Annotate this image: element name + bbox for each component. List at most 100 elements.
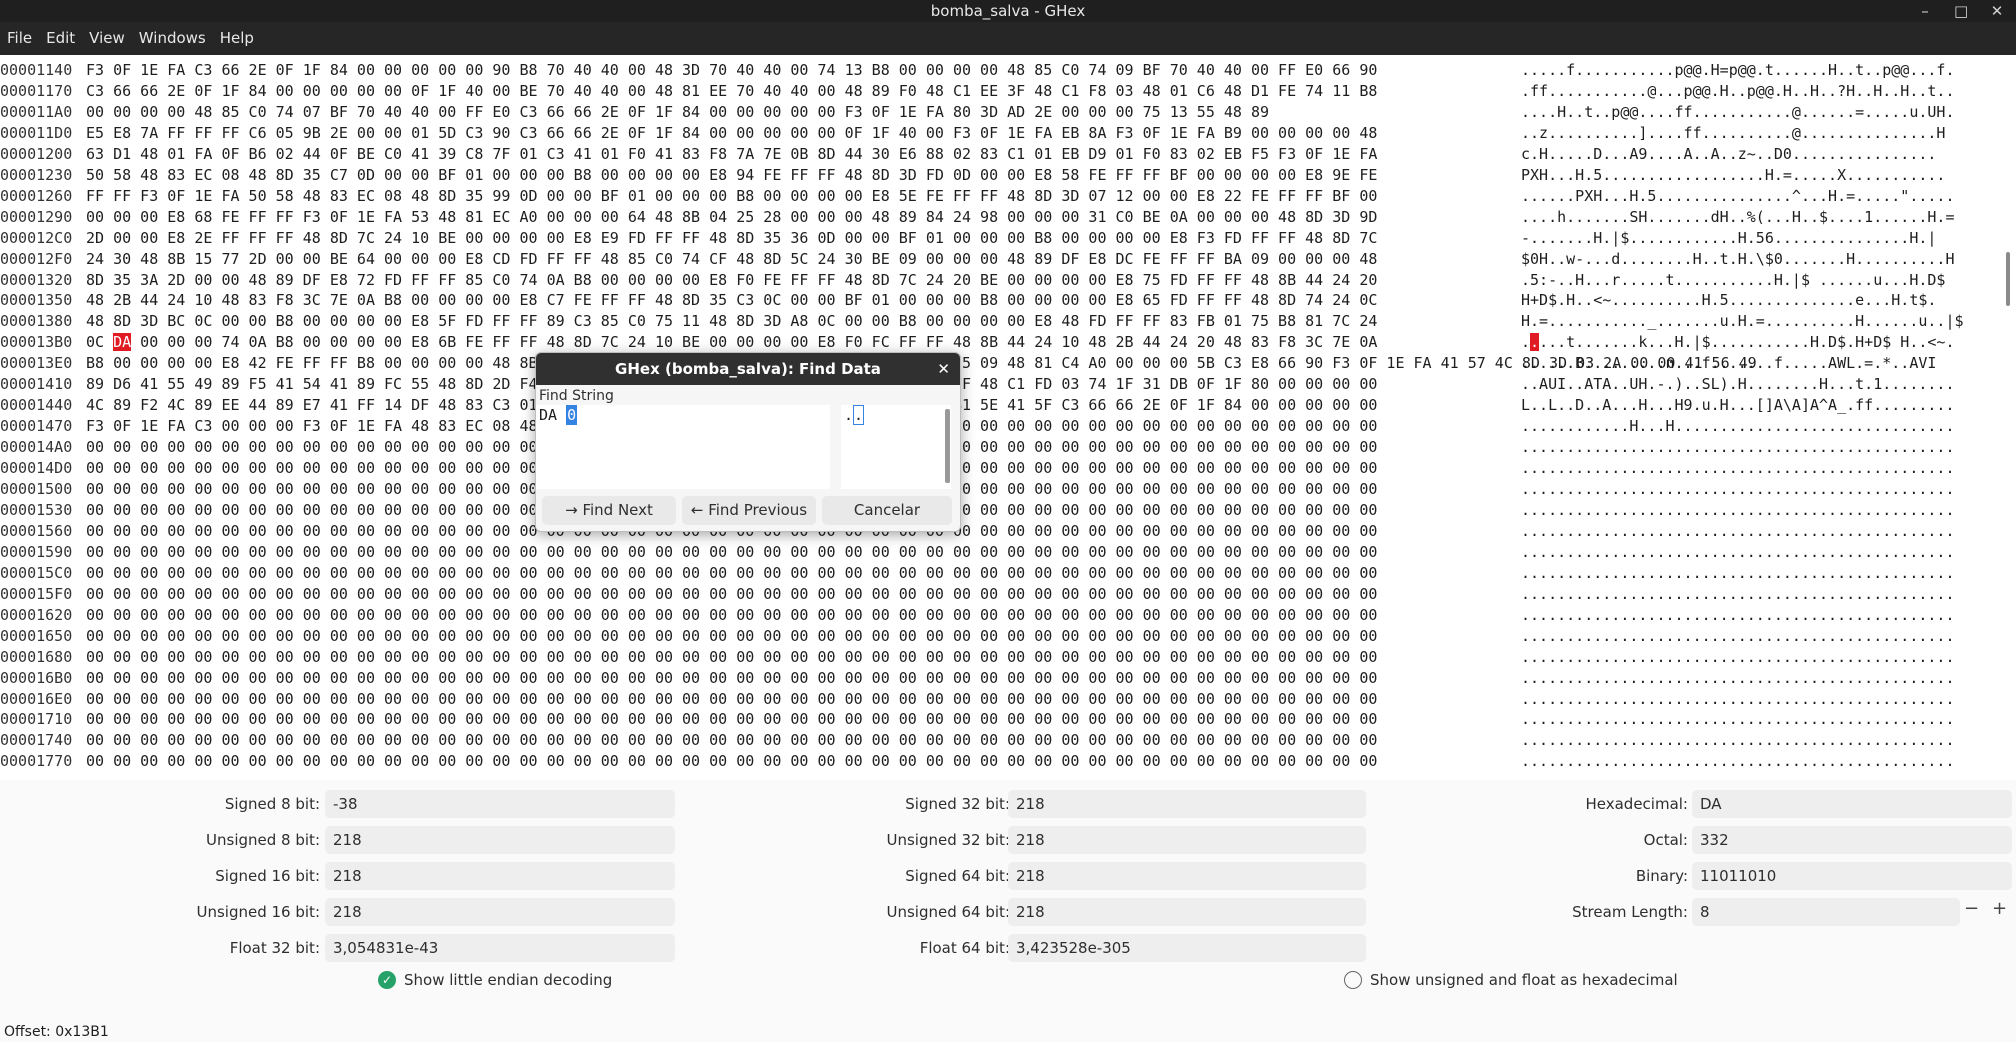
cancel-button[interactable]: Cancelar	[822, 496, 952, 525]
row-hex-bytes[interactable]: 0C DA 00 00 00 74 0A B8 00 00 00 00 E8 6…	[86, 332, 1516, 352]
row-ascii[interactable]: ..AUI..ATA..UH.-.)..SL).H........H...t.1…	[1521, 374, 2001, 394]
row-ascii[interactable]: ........................................…	[1521, 458, 2001, 478]
hexadecimal-field[interactable]: DA	[1692, 790, 2012, 818]
float-32-field[interactable]: 3,054831e-43	[325, 934, 675, 962]
row-ascii[interactable]: ........................................…	[1521, 437, 2001, 457]
selected-byte[interactable]: DA	[113, 333, 132, 352]
row-hex-bytes[interactable]: 8D 35 3A 2D 00 00 48 89 DF E8 72 FD FF F…	[86, 270, 1516, 290]
row-hex-bytes[interactable]: 00 00 00 00 00 00 00 00 00 00 00 00 00 0…	[86, 668, 1516, 688]
row-offset: 000015C0	[0, 563, 73, 582]
row-ascii[interactable]: ........................................…	[1521, 626, 2001, 646]
row-ascii[interactable]: ........................................…	[1521, 521, 2001, 541]
row-ascii[interactable]: c.H.....D...A9....A..A..z~..D0..........…	[1521, 144, 2001, 164]
dialog-scrollbar[interactable]	[945, 409, 950, 483]
row-ascii[interactable]: $0H..w-...d........H..t.H.\$0.......H...…	[1521, 249, 2001, 269]
row-hex-bytes[interactable]: 63 D1 48 01 FA 0F B6 02 44 0F BE C0 41 3…	[86, 144, 1516, 164]
binary-field[interactable]: 11011010	[1692, 862, 2012, 890]
signed-32-field[interactable]: 218	[1008, 790, 1366, 818]
row-ascii[interactable]: ........................................…	[1521, 709, 2001, 729]
row-ascii[interactable]: -.......H.|$............H.56............…	[1521, 228, 2001, 248]
row-ascii[interactable]: ........................................…	[1521, 647, 2001, 667]
row-ascii[interactable]: ........................................…	[1521, 584, 2001, 604]
row-ascii[interactable]: H+D$.H..<~..........H.5..............e..…	[1521, 290, 2001, 310]
row-hex-bytes[interactable]: 00 00 00 00 00 00 00 00 00 00 00 00 00 0…	[86, 563, 1516, 583]
signed-8-field[interactable]: -38	[325, 790, 675, 818]
row-hex-bytes[interactable]: 50 58 48 83 EC 08 48 8D 35 C7 0D 00 00 B…	[86, 165, 1516, 185]
row-ascii[interactable]: ........................................…	[1521, 479, 2001, 499]
menu-windows[interactable]: Windows	[132, 22, 213, 55]
menu-file[interactable]: File	[0, 22, 39, 55]
row-hex-bytes[interactable]: 00 00 00 00 00 00 00 00 00 00 00 00 00 0…	[86, 730, 1516, 750]
row-ascii[interactable]: ............H...H.......................…	[1521, 416, 2001, 436]
row-ascii[interactable]: .ff...........@...p@@.H..p@@.H..H..?H..H…	[1521, 81, 2001, 101]
row-hex-bytes[interactable]: 2D 00 00 E8 2E FF FF FF 48 8D 7C 24 10 B…	[86, 228, 1516, 248]
find-previous-label: Find Previous	[708, 501, 808, 519]
menu-edit[interactable]: Edit	[39, 22, 82, 55]
little-endian-checkbox[interactable]: ✓ Show little endian decoding	[378, 971, 612, 989]
row-ascii[interactable]: ........................................…	[1521, 689, 2001, 709]
hex-view[interactable]: 00001140 F3 0F 1E FA C3 66 2E 0F 1F 84 00…	[0, 60, 2016, 777]
row-hex-bytes[interactable]: 00 00 00 00 00 00 00 00 00 00 00 00 00 0…	[86, 751, 1516, 771]
row-ascii[interactable]: .5:-..H...r.....t...........H.|$ ......u…	[1521, 270, 2001, 290]
row-hex-bytes[interactable]: E5 E8 7A FF FF FF C6 05 9B 2E 00 00 01 5…	[86, 123, 1516, 143]
signed-16-field[interactable]: 218	[325, 862, 675, 890]
row-hex-bytes[interactable]: 00 00 00 00 00 00 00 00 00 00 00 00 00 0…	[86, 626, 1516, 646]
hex-scrollbar[interactable]	[2006, 252, 2010, 306]
hex-display-checkbox[interactable]: Show unsigned and float as hexadecimal	[1344, 971, 1678, 989]
row-hex-bytes[interactable]: 48 2B 44 24 10 48 83 F8 3C 7E 0A B8 00 0…	[86, 290, 1516, 310]
row-ascii[interactable]: ........................................…	[1521, 605, 2001, 625]
row-hex-bytes[interactable]: C3 66 66 2E 0F 1F 84 00 00 00 00 00 0F 1…	[86, 81, 1516, 101]
row-ascii[interactable]: ........................................…	[1521, 563, 2001, 583]
row-hex-bytes[interactable]: 48 8D 3D BC 0C 00 00 B8 00 00 00 00 E8 5…	[86, 311, 1516, 331]
float-64-field[interactable]: 3,423528e-305	[1008, 934, 1366, 962]
unsigned-16-field[interactable]: 218	[325, 898, 675, 926]
maximize-icon[interactable]: □	[1954, 0, 1968, 22]
row-hex-bytes[interactable]: 00 00 00 00 48 85 C0 74 07 BF 70 40 40 0…	[86, 102, 1516, 122]
stream-length-field[interactable]: 8	[1692, 898, 1960, 926]
cancel-label: Cancelar	[853, 501, 921, 519]
row-hex-bytes[interactable]: F3 0F 1E FA C3 66 2E 0F 1F 84 00 00 00 0…	[86, 60, 1516, 80]
find-ascii-input[interactable]: ..	[841, 405, 951, 489]
stream-length-increment-button[interactable]: +	[1992, 898, 2007, 919]
row-ascii[interactable]: H.=..........._.......u.H.=..........H..…	[1521, 311, 2001, 331]
row-ascii[interactable]: L..L..D..A...H...H9.u.H...[]A\A]A^A_.ff.…	[1521, 395, 2001, 415]
unsigned-8-field[interactable]: 218	[325, 826, 675, 854]
minimize-icon[interactable]: –	[1918, 0, 1932, 22]
row-hex-bytes[interactable]: 00 00 00 00 00 00 00 00 00 00 00 00 00 0…	[86, 709, 1516, 729]
menu-view[interactable]: View	[82, 22, 132, 55]
signed-64-field[interactable]: 218	[1008, 862, 1366, 890]
row-ascii[interactable]: ....H..t..p@@....ff...........@......=..…	[1521, 102, 2001, 122]
row-ascii[interactable]: .....t.......k...H.|$...........H.D$.H+D…	[1521, 332, 2001, 352]
stream-length-decrement-button[interactable]: −	[1964, 898, 1979, 919]
row-ascii[interactable]: ........................................…	[1521, 542, 2001, 562]
row-hex-bytes[interactable]: 00 00 00 00 00 00 00 00 00 00 00 00 00 0…	[86, 647, 1516, 667]
row-ascii[interactable]: ........................................…	[1521, 730, 2001, 750]
find-previous-button[interactable]: ← Find Previous	[682, 496, 816, 525]
dialog-close-icon[interactable]: ✕	[937, 353, 950, 385]
row-hex-bytes[interactable]: 00 00 00 00 00 00 00 00 00 00 00 00 00 0…	[86, 605, 1516, 625]
row-hex-bytes[interactable]: 00 00 00 00 00 00 00 00 00 00 00 00 00 0…	[86, 584, 1516, 604]
unsigned-32-field[interactable]: 218	[1008, 826, 1366, 854]
row-hex-bytes[interactable]: 00 00 00 00 00 00 00 00 00 00 00 00 00 0…	[86, 542, 1516, 562]
unsigned-64-field[interactable]: 218	[1008, 898, 1366, 926]
row-hex-bytes[interactable]: 00 00 00 00 00 00 00 00 00 00 00 00 00 0…	[86, 689, 1516, 709]
row-ascii[interactable]: ........................................…	[1521, 500, 2001, 520]
row-ascii[interactable]: .....f...........p@@.H=p@@.t......H..t..…	[1521, 60, 2001, 80]
row-offset: 00001140	[0, 61, 73, 79]
row-hex-bytes[interactable]: 24 30 48 8B 15 77 2D 00 00 BE 64 00 00 0…	[86, 249, 1516, 269]
row-ascii[interactable]: ........................................…	[1521, 668, 2001, 688]
selected-ascii-char[interactable]: .	[1530, 333, 1540, 352]
row-ascii[interactable]: ........................................…	[1521, 751, 2001, 771]
row-ascii[interactable]: ......PXH...H.5...............^...H.=...…	[1521, 186, 2001, 206]
row-ascii[interactable]: ....h.......SH.......dH..%(...H..$....1.…	[1521, 207, 2001, 227]
row-hex-bytes[interactable]: 00 00 00 E8 68 FE FF FF F3 0F 1E FA 53 4…	[86, 207, 1516, 227]
close-icon[interactable]: ✕	[1990, 0, 2004, 22]
row-ascii[interactable]: ......B.........n...f.......f.....AWL.=.…	[1521, 353, 2001, 373]
find-next-button[interactable]: → Find Next	[542, 496, 676, 525]
find-hex-input[interactable]: DA 0	[536, 405, 830, 489]
menu-help[interactable]: Help	[213, 22, 261, 55]
octal-field[interactable]: 332	[1692, 826, 2012, 854]
row-hex-bytes[interactable]: FF FF F3 0F 1E FA 50 58 48 83 EC 08 48 8…	[86, 186, 1516, 206]
row-ascii[interactable]: PXH...H.5..................H.=.....X....…	[1521, 165, 2001, 185]
row-ascii[interactable]: ..z..........]....ff..........@.........…	[1521, 123, 2001, 143]
